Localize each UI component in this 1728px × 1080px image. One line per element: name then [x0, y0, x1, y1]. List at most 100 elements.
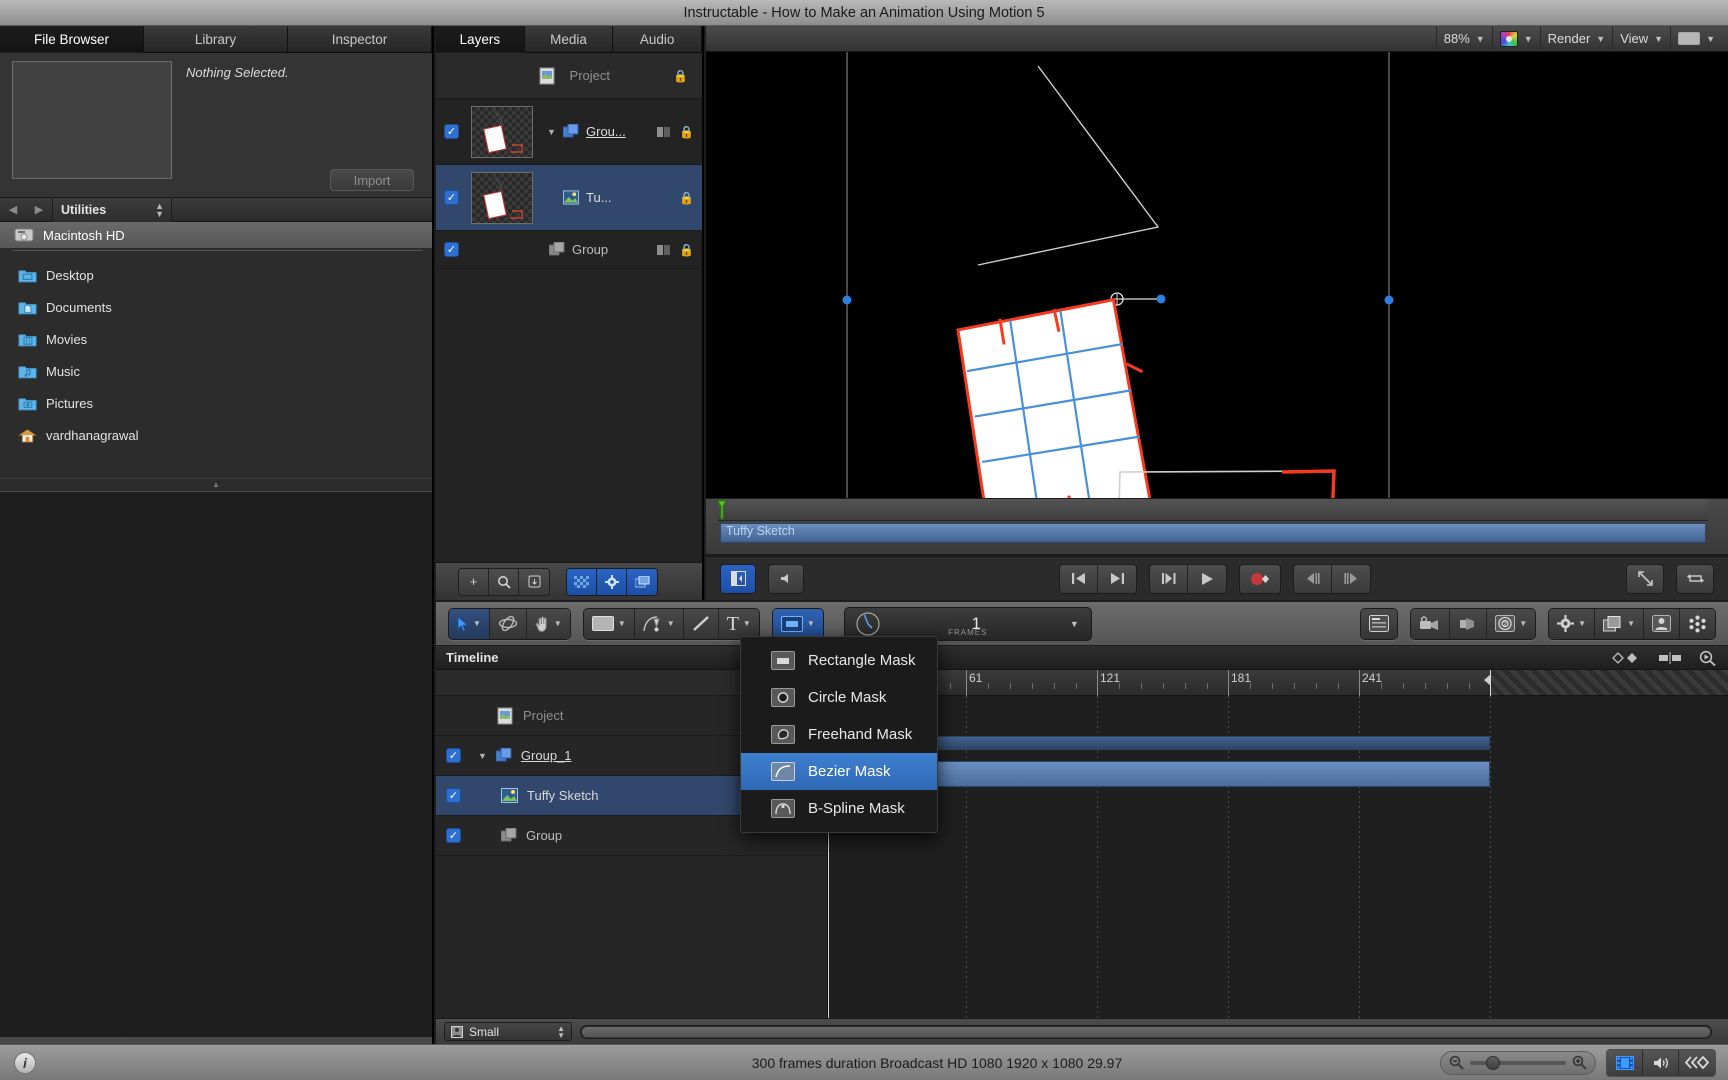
- list-item[interactable]: vardhanagrawal: [0, 419, 432, 451]
- menu-item-freehand-mask[interactable]: Freehand Mask: [741, 716, 937, 753]
- layers-icon[interactable]: ▼: [1595, 608, 1644, 639]
- layer-row-group-empty[interactable]: ✓ Group 🔒: [436, 231, 702, 269]
- import-button[interactable]: Import: [330, 169, 414, 191]
- light-icon[interactable]: [1450, 608, 1488, 639]
- menu-item-circle-mask[interactable]: Circle Mask: [741, 679, 937, 716]
- mask-tool-dropdown-menu[interactable]: Rectangle Mask Circle Mask Freehand Mask…: [740, 636, 938, 833]
- add-icon[interactable]: +: [459, 568, 489, 595]
- gear-icon[interactable]: [597, 568, 627, 595]
- disclosure-triangle-icon[interactable]: ▼: [478, 751, 487, 761]
- text-tool-icon[interactable]: T ▼: [718, 608, 759, 639]
- loop-icon[interactable]: [1677, 564, 1713, 593]
- zoom-in-icon[interactable]: [1572, 1055, 1587, 1070]
- tab-inspector[interactable]: Inspector: [288, 26, 432, 53]
- list-item[interactable]: Documents: [0, 291, 432, 323]
- list-item[interactable]: Pictures: [0, 387, 432, 419]
- list-item[interactable]: Music: [0, 355, 432, 387]
- channel-view-popup[interactable]: ▼: [1491, 25, 1540, 52]
- list-item[interactable]: Movies: [0, 323, 432, 355]
- menu-item-bspline-mask[interactable]: B-Spline Mask: [741, 790, 937, 827]
- bezier-pen-icon[interactable]: ▼: [634, 608, 684, 639]
- camera-icon[interactable]: [1411, 608, 1451, 639]
- blend-icon[interactable]: [657, 244, 671, 256]
- step-forward-icon[interactable]: [1332, 564, 1370, 593]
- menu-item-rectangle-mask[interactable]: Rectangle Mask: [741, 642, 937, 679]
- volume-row-macintosh-hd[interactable]: Macintosh HD: [0, 222, 432, 248]
- forward-icon[interactable]: ▶: [26, 198, 52, 222]
- select-tool-icon[interactable]: ▼: [449, 608, 490, 639]
- disclosure-triangle-icon[interactable]: ▼: [547, 127, 559, 137]
- layer-row-project[interactable]: Project 🔒: [436, 53, 702, 99]
- layers-icon[interactable]: [627, 568, 657, 595]
- hud-icon[interactable]: [1361, 608, 1398, 639]
- lock-icon[interactable]: 🔒: [679, 243, 694, 257]
- zoom-slider-control[interactable]: [1440, 1050, 1596, 1075]
- back-icon[interactable]: ◀: [0, 198, 26, 222]
- zoom-out-icon[interactable]: [1449, 1055, 1464, 1070]
- paint-stroke-icon[interactable]: [683, 608, 719, 639]
- timeline-visibility-checkbox[interactable]: ✓: [446, 788, 461, 803]
- zoom-slider-track[interactable]: [1470, 1055, 1566, 1070]
- info-icon[interactable]: i: [14, 1051, 36, 1074]
- layer-row-group[interactable]: ✓ ▼ Grou... 🔒: [436, 99, 702, 165]
- shape-rectangle-icon[interactable]: ▼: [583, 608, 635, 639]
- tab-library[interactable]: Library: [144, 26, 288, 53]
- play-in-out-icon[interactable]: [1150, 564, 1188, 593]
- film-icon[interactable]: [1607, 1049, 1643, 1076]
- zoom-slider-knob[interactable]: [1486, 1055, 1500, 1070]
- record-icon[interactable]: [1240, 564, 1280, 593]
- go-to-start-icon[interactable]: [1060, 564, 1098, 593]
- keyframe-icon[interactable]: [1611, 651, 1641, 664]
- menu-item-bezier-mask[interactable]: Bezier Mask: [741, 753, 937, 790]
- timeline-ruler[interactable]: 61 121 181 241 301: [828, 670, 1728, 696]
- speaker-icon[interactable]: [1643, 1049, 1679, 1076]
- tab-file-browser[interactable]: File Browser: [0, 26, 144, 53]
- panel-resize-grip[interactable]: ▲: [0, 478, 432, 490]
- show-hide-panel-icon[interactable]: [721, 564, 755, 593]
- layer-visibility-checkbox[interactable]: ✓: [444, 124, 459, 139]
- tab-layers[interactable]: Layers: [436, 26, 525, 53]
- path-popup[interactable]: Utilities ▲ ▼: [52, 197, 172, 222]
- go-to-end-icon[interactable]: [1098, 564, 1136, 593]
- checkerboard-icon[interactable]: [567, 568, 597, 595]
- render-popup[interactable]: Render ▼: [1539, 25, 1613, 52]
- layer-row-tuffy-sketch[interactable]: ✓ Tu... 🔒: [436, 165, 702, 231]
- list-item[interactable]: Desktop: [0, 259, 432, 291]
- reset-icon[interactable]: 2 ▼: [1487, 608, 1536, 639]
- keying-icon[interactable]: [1644, 608, 1680, 639]
- canvas-viewport[interactable]: [706, 52, 1728, 525]
- lock-icon[interactable]: 🔒: [679, 125, 694, 139]
- zoom-timeline-icon[interactable]: [1699, 650, 1716, 666]
- tab-audio[interactable]: Audio: [613, 26, 703, 53]
- audio-icon[interactable]: [769, 564, 803, 593]
- playhead-marker-icon[interactable]: [717, 500, 731, 520]
- trim-icon[interactable]: [1657, 651, 1683, 664]
- rewind-icon[interactable]: [1679, 1049, 1715, 1076]
- mini-timeline-clip[interactable]: Tuffy Sketch: [720, 523, 1706, 543]
- gear-icon[interactable]: ▼: [1549, 608, 1596, 639]
- zoom-level-popup[interactable]: 88% ▼: [1435, 25, 1492, 52]
- layer-visibility-checkbox[interactable]: ✓: [444, 242, 459, 257]
- fullscreen-icon[interactable]: [1627, 564, 1663, 593]
- mask-tool-icon[interactable]: ▼: [772, 608, 823, 639]
- view-popup[interactable]: View ▼: [1612, 25, 1670, 52]
- layer-visibility-checkbox[interactable]: ✓: [444, 190, 459, 205]
- mini-timeline-ruler[interactable]: [717, 499, 1708, 521]
- timeline-track-area[interactable]: 61 121 181 241 301: [828, 670, 1728, 1018]
- tab-media[interactable]: Media: [524, 26, 614, 53]
- inspector-icon[interactable]: [1680, 608, 1715, 639]
- lock-icon[interactable]: 🔒: [673, 69, 688, 83]
- lock-icon[interactable]: 🔒: [679, 191, 694, 205]
- scrollbar-thumb[interactable]: [582, 1026, 1710, 1037]
- timeline-visibility-checkbox[interactable]: ✓: [446, 748, 461, 763]
- step-back-icon[interactable]: [1294, 564, 1332, 593]
- blend-icon[interactable]: [657, 126, 671, 138]
- play-icon[interactable]: [1188, 564, 1226, 593]
- eject-icon[interactable]: [519, 568, 549, 595]
- mini-timeline[interactable]: Tuffy Sketch: [706, 498, 1728, 554]
- pan-tool-icon[interactable]: ▼: [526, 608, 570, 639]
- timeline-visibility-checkbox[interactable]: ✓: [446, 828, 461, 843]
- track-size-popup[interactable]: Small ▲ ▼: [444, 1022, 572, 1041]
- timeline-horizontal-scrollbar[interactable]: [580, 1024, 1712, 1039]
- search-icon[interactable]: [489, 568, 519, 595]
